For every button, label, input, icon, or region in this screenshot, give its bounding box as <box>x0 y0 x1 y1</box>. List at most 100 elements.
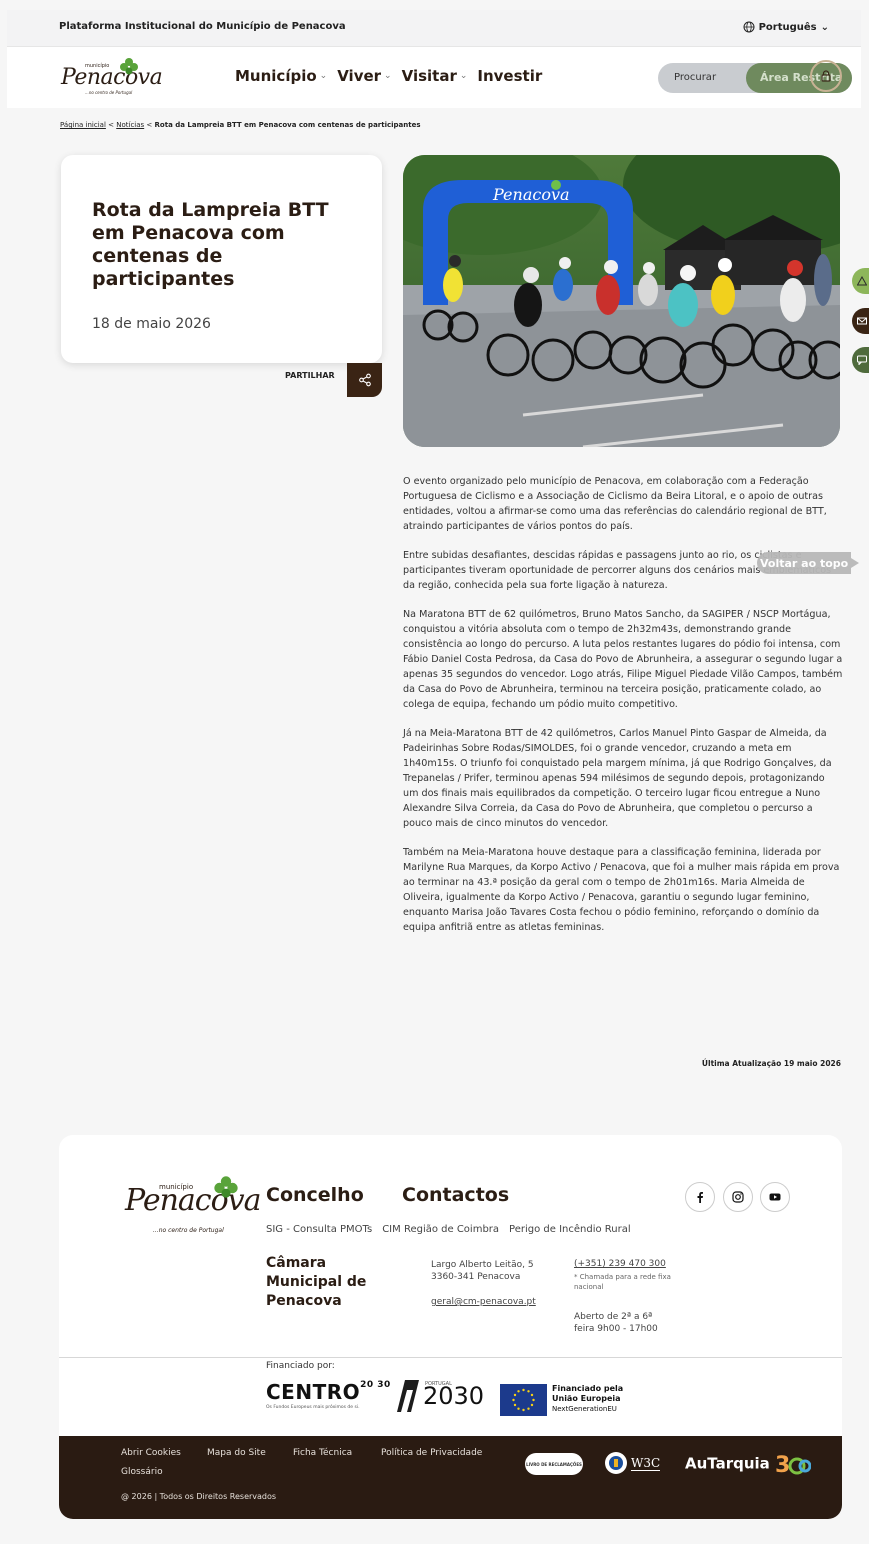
address: Largo Alberto Leitão, 5 3360-341 Penacov… <box>431 1260 534 1282</box>
clover-icon <box>214 1176 238 1198</box>
instagram-button[interactable] <box>723 1182 753 1212</box>
lock-button[interactable] <box>810 60 842 92</box>
article-paragraph: Já na Meia-Maratona BTT de 42 quilómetro… <box>403 728 832 829</box>
restricted-area-button[interactable]: Área Restrita <box>746 60 852 93</box>
share-label: PARTILHAR <box>285 371 335 380</box>
article-paragraph: Também na Meia-Maratona houve destaque p… <box>403 847 840 933</box>
footer-heading-concelho: Concelho <box>266 1184 364 1206</box>
nav-item-investir[interactable]: Investir <box>477 67 542 85</box>
autarquia-360-mark: 3 <box>775 1453 812 1478</box>
footer-link-incendio[interactable]: Perigo de Incêndio Rural <box>509 1224 631 1235</box>
warning-icon <box>857 276 867 286</box>
livro-reclamacoes-badge[interactable]: LIVRO DE RECLAMAÇÕES <box>525 1453 583 1475</box>
nav-label: Município <box>235 67 317 85</box>
footer-link-sig[interactable]: SIG - Consulta PMOTs <box>266 1224 372 1235</box>
chevron-down-icon: ⌄ <box>459 71 468 81</box>
portugal-label: PORTUGAL <box>425 1381 452 1387</box>
chevron-down-icon: ⌄ <box>820 21 829 33</box>
side-mail-button[interactable] <box>852 308 869 334</box>
livro-text: LIVRO DE RECLAMAÇÕES <box>526 1461 582 1467</box>
footer-divider <box>59 1357 842 1358</box>
eu-line-1: Financiado pela <box>552 1384 624 1393</box>
centro-text: CENTRO <box>266 1380 361 1404</box>
platform-title: Plataforma Institucional do Município de… <box>59 21 346 32</box>
breadcrumb: Página inicial < Notícias < Rota da Lamp… <box>60 121 421 129</box>
w3c-text: W3C <box>631 1455 661 1471</box>
article-title-card: Rota da Lampreia BTT em Penacova com cen… <box>61 155 382 363</box>
nav-label: Visitar <box>401 67 457 85</box>
mail-icon <box>857 317 867 325</box>
nav-item-municipio[interactable]: Município ⌄ <box>235 67 327 85</box>
youtube-button[interactable] <box>760 1182 790 1212</box>
footer-heading-contactos: Contactos <box>402 1184 510 1206</box>
autarquia-text: AuTarquia <box>685 1454 770 1473</box>
main-nav: Município ⌄ Viver ⌄ Visitar ⌄ Investir <box>235 67 542 85</box>
facebook-icon <box>697 1192 703 1203</box>
footer-logo[interactable]: município Penacova ...no centro de Portu… <box>125 1175 261 1235</box>
copyright: @ 2026 | Todos os Direitos Reservados <box>121 1492 277 1501</box>
breadcrumb-current: Rota da Lampreia BTT em Penacova com cen… <box>154 121 421 129</box>
eu-funding-text: Financiado pela União Europeia NextGener… <box>552 1384 623 1414</box>
centro-2030-logo: CENTRO20 30 Os Fundos Europeus mais próx… <box>266 1380 391 1410</box>
nav-label: Investir <box>477 67 543 85</box>
eu-line-2: União Europeia <box>552 1394 621 1403</box>
footer-link-cookies[interactable]: Abrir Cookies <box>121 1448 181 1458</box>
language-selector[interactable]: Português ⌄ <box>743 21 829 33</box>
breadcrumb-news[interactable]: Notícias <box>116 121 144 129</box>
article-paragraph: O evento organizado pelo município de Pe… <box>403 476 827 532</box>
share-button[interactable] <box>347 363 382 397</box>
nav-label: Viver <box>337 67 382 85</box>
breadcrumb-separator: < <box>108 121 114 129</box>
logo-tagline: ...no centro de Portugal <box>153 1227 224 1234</box>
logo-word: Penacova <box>61 65 163 90</box>
article-photo: Penacova <box>403 155 840 447</box>
search-label: Procurar <box>674 72 717 83</box>
portugal-2030-logo: PORTUGAL 2030 <box>397 1380 484 1412</box>
article-date: 18 de maio 2026 <box>92 316 211 332</box>
breadcrumb-home[interactable]: Página inicial <box>60 121 106 129</box>
search-button[interactable]: Procurar Área Restrita <box>658 60 852 93</box>
article-paragraph: Na Maratona BTT de 62 quilómetros, Bruno… <box>403 609 843 710</box>
logo-tagline: ...no centro de Portugal <box>85 90 133 95</box>
footer-link-privacy[interactable]: Política de Privacidade <box>381 1448 482 1458</box>
share-icon <box>358 373 371 387</box>
opening-hours: Aberto de 2ª a 6ª feira 9h00 - 17h00 <box>574 1312 658 1334</box>
chat-icon <box>857 355 867 365</box>
funded-by-label: Financiado por: <box>266 1361 335 1371</box>
nav-item-viver[interactable]: Viver ⌄ <box>337 67 391 85</box>
site-footer: município Penacova ...no centro de Portu… <box>59 1135 842 1519</box>
eu-line-3: NextGenerationEU <box>552 1405 617 1413</box>
email-link[interactable]: geral@cm-penacova.pt <box>431 1297 536 1307</box>
phone-link[interactable]: (+351) 239 470 300 <box>574 1259 666 1269</box>
svg-text:3: 3 <box>775 1453 790 1477</box>
chevron-down-icon: ⌄ <box>384 71 392 81</box>
back-to-top-button[interactable]: Voltar ao topo <box>757 552 859 574</box>
breadcrumb-separator: < <box>146 121 153 129</box>
footer-link-ficha[interactable]: Ficha Técnica <box>293 1448 352 1458</box>
back-to-top-label: Voltar ao topo <box>760 557 849 570</box>
site-logo[interactable]: município Penacova ...no centro de Portu… <box>61 57 163 99</box>
centro-tagline: Os Fundos Europeus mais próximos de si. <box>266 1405 360 1410</box>
last-updated: Última Atualização 19 maio 2026 <box>701 1059 841 1068</box>
portugal-2030-mark <box>397 1380 419 1412</box>
footer-link-glossary[interactable]: Glossário <box>121 1467 163 1477</box>
nav-item-visitar[interactable]: Visitar ⌄ <box>402 67 468 85</box>
article-body: O evento organizado pelo município de Pe… <box>403 474 843 949</box>
site-header: município Penacova ...no centro de Portu… <box>7 47 861 108</box>
globe-icon <box>743 21 755 33</box>
footer-link-cim[interactable]: CIM Região de Coimbra <box>382 1224 499 1235</box>
w3c-badge[interactable]: W3C <box>605 1452 661 1474</box>
centro-suffix: 20 30 <box>360 1380 391 1390</box>
eu-flag <box>500 1384 547 1416</box>
chevron-down-icon: ⌄ <box>319 71 328 81</box>
footer-links: SIG - Consulta PMOTs CIM Região de Coimb… <box>266 1224 631 1235</box>
clover-icon <box>120 58 138 75</box>
footer-link-sitemap[interactable]: Mapa do Site <box>207 1448 266 1458</box>
facebook-button[interactable] <box>685 1182 715 1212</box>
triangle-right-icon <box>851 558 859 568</box>
footer-bottom-bar: Abrir Cookies Mapa do Site Ficha Técnica… <box>59 1436 842 1519</box>
instagram-icon <box>732 1191 744 1203</box>
side-alert-button[interactable] <box>852 268 869 294</box>
side-chat-button[interactable] <box>852 347 869 373</box>
camara-name: Câmara Municipal de Penacova <box>266 1255 367 1309</box>
